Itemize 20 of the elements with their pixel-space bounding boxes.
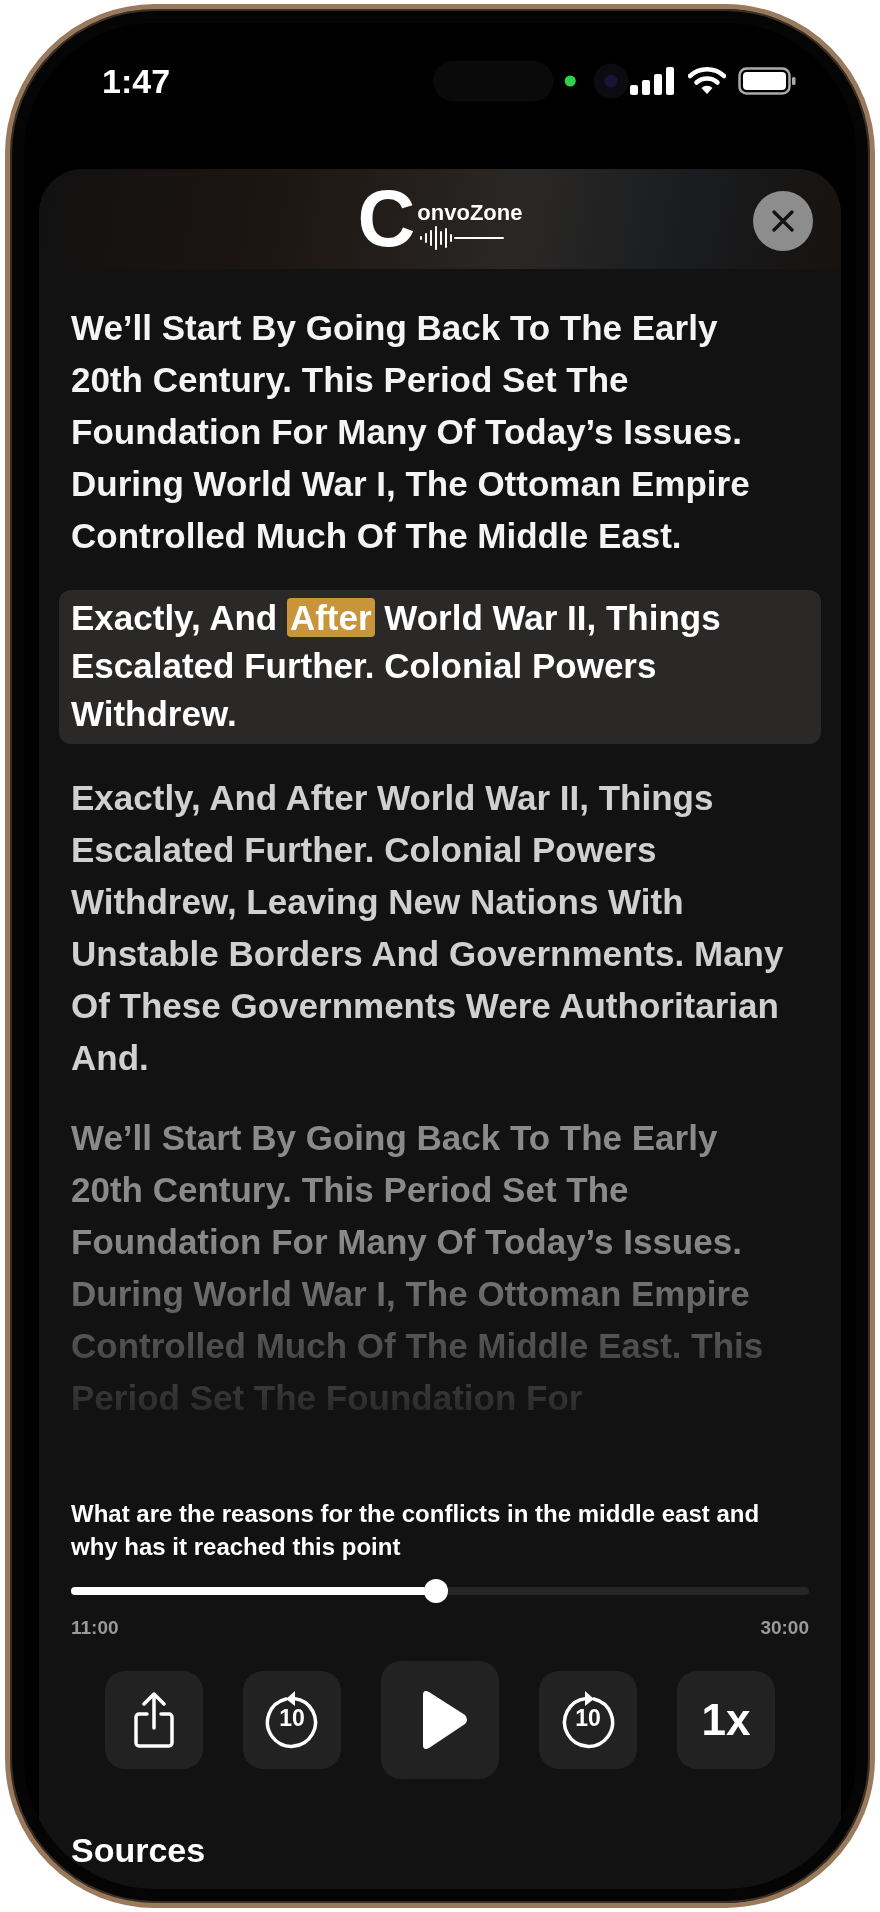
- total-time: 30:00: [760, 1617, 809, 1639]
- transcript-paragraph[interactable]: Exactly, And After World War II, Things Escalated Further. Colonial Powers Withdrew.: [59, 590, 821, 744]
- close-button[interactable]: [753, 191, 813, 251]
- wifi-icon: [688, 67, 726, 95]
- play-button[interactable]: [381, 1661, 499, 1779]
- question-text: What are the reasons for the conflicts in the middle east and why has it reached this point: [71, 1499, 761, 1562]
- speed-button[interactable]: 1x: [677, 1671, 775, 1769]
- signal-icon: [630, 67, 676, 95]
- rewind-button[interactable]: 10: [243, 1671, 341, 1769]
- close-icon: [772, 210, 794, 232]
- transcript-paragraph: We’ll Start By Going Back To The Early 20th Century. This Period Set The Foundation For Many Of Today’s Issues. During World War I, The Ottoman Empire Controlled Much Of The Middle East.: [70, 307, 751, 557]
- progress-slider[interactable]: [71, 1579, 809, 1603]
- forward-button[interactable]: 10: [539, 1671, 637, 1769]
- status-time: 1:47: [102, 61, 172, 101]
- section-title: Sources: [71, 1831, 207, 1870]
- share-button[interactable]: [105, 1671, 203, 1769]
- share-icon: [134, 1692, 174, 1748]
- transcript-paragraph: Exactly, And After World War II, Things Escalated Further. Colonial Powers Withdrew, Leaving New Nations With Unstable Borders And Governments. Many Of These Governments Were Authoritarian And.: [70, 777, 785, 1079]
- battery-icon: [738, 67, 796, 95]
- elapsed-time: 11:00: [71, 1617, 119, 1639]
